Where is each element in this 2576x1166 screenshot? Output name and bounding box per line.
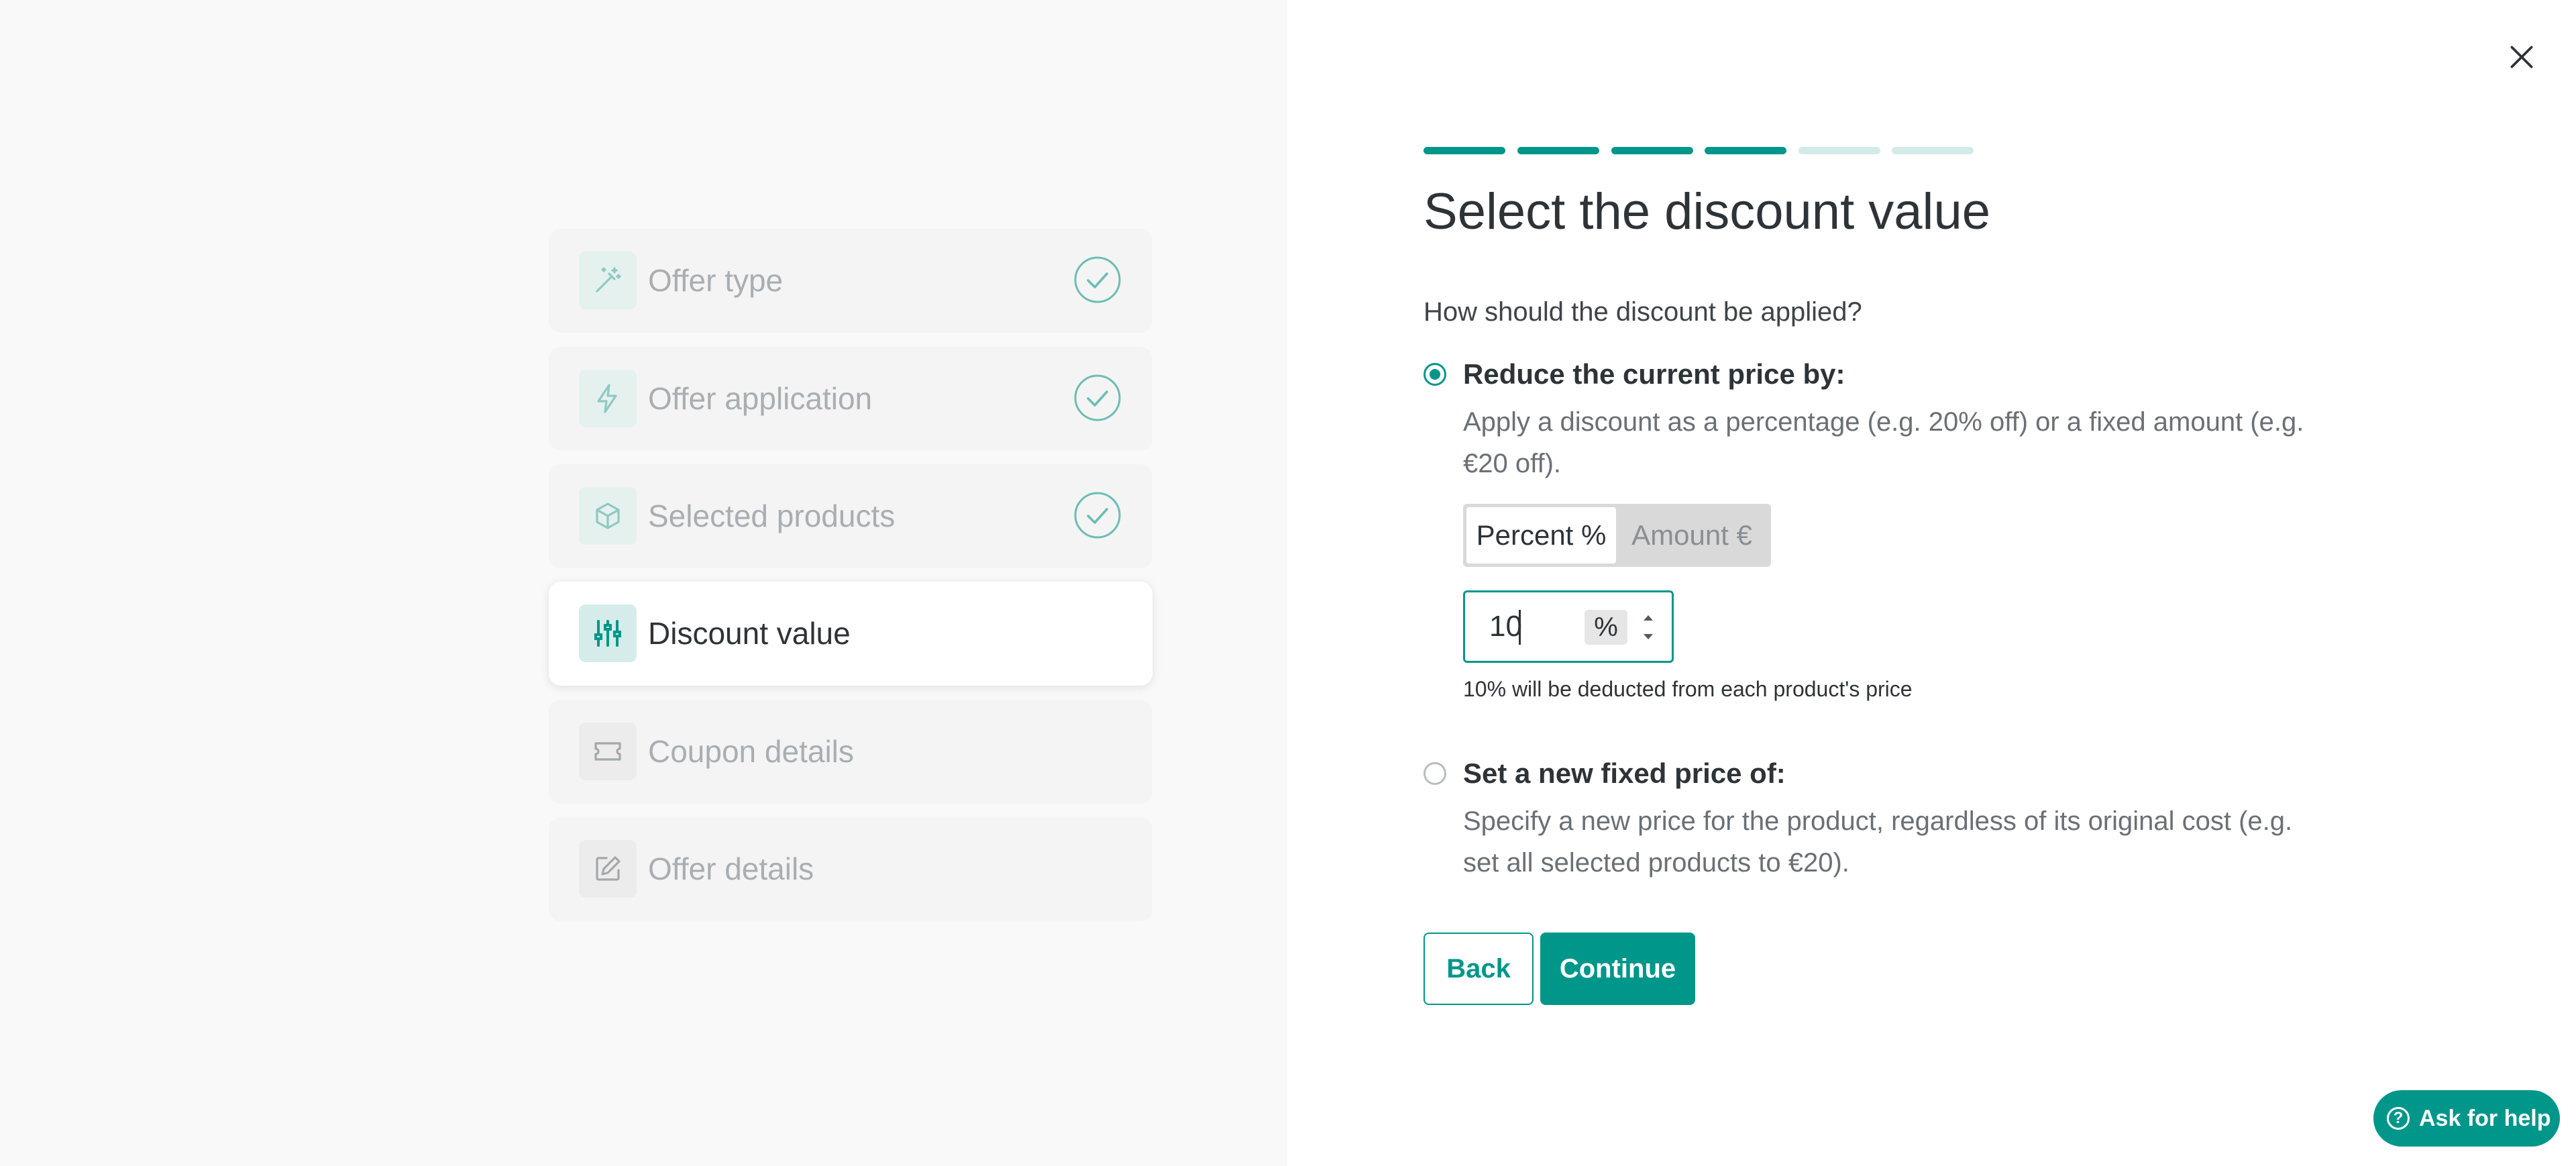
progress-segment — [1799, 147, 1880, 154]
question-label: How should the discount be applied? — [1424, 297, 1862, 327]
progress-segment — [1424, 147, 1505, 154]
close-icon[interactable] — [2505, 40, 2538, 74]
step-selected-products[interactable]: Selected products — [549, 464, 1152, 568]
step-coupon-details[interactable]: Coupon details — [549, 700, 1152, 804]
progress-segment — [1705, 147, 1786, 154]
stepper-down-icon[interactable] — [1644, 634, 1653, 639]
toggle-percent[interactable]: Percent % — [1466, 507, 1616, 564]
ticket-icon — [579, 723, 637, 780]
discount-value-input[interactable]: 10 % — [1463, 590, 1674, 663]
number-stepper[interactable] — [1638, 608, 1658, 646]
page-title: Select the discount value — [1424, 183, 1990, 240]
step-discount-value[interactable]: Discount value — [549, 582, 1152, 686]
option-reduce-description: Apply a discount as a percentage (e.g. 2… — [1463, 407, 2304, 478]
help-label: Ask for help — [2419, 1105, 2551, 1131]
box-icon — [579, 487, 637, 545]
step-offer-application[interactable]: Offer application — [549, 347, 1152, 451]
check-circle-icon — [1074, 256, 1121, 303]
ask-for-help-button[interactable]: ? Ask for help — [2373, 1090, 2560, 1147]
step-label: Offer details — [648, 851, 814, 886]
discount-value-text[interactable]: 10 — [1489, 592, 1522, 661]
stepper-up-icon[interactable] — [1644, 615, 1653, 621]
radio-fixed-price[interactable] — [1424, 762, 1446, 785]
magic-wand-icon — [579, 252, 637, 309]
step-offer-type[interactable]: Offer type — [549, 229, 1152, 333]
progress-segment — [1611, 147, 1693, 154]
step-label: Offer type — [648, 263, 784, 298]
continue-button[interactable]: Continue — [1540, 933, 1695, 1005]
option-reduce-title[interactable]: Reduce the current price by: — [1463, 358, 1845, 390]
step-label: Coupon details — [648, 734, 854, 769]
check-circle-icon — [1074, 492, 1121, 539]
back-button[interactable]: Back — [1424, 933, 1534, 1005]
option-fixed-description: Specify a new price for the product, reg… — [1463, 806, 2293, 878]
discount-hint: 10% will be deducted from each product's… — [1463, 677, 1913, 701]
toggle-amount[interactable]: Amount € — [1616, 507, 1768, 564]
lightning-icon — [579, 370, 637, 427]
discount-type-toggle: Percent % Amount € — [1463, 504, 1771, 567]
option-fixed-title[interactable]: Set a new fixed price of: — [1463, 757, 1786, 790]
check-circle-icon — [1074, 374, 1121, 421]
step-label: Offer application — [648, 381, 873, 416]
step-label: Discount value — [648, 616, 851, 651]
step-label: Selected products — [648, 498, 896, 533]
sliders-icon — [579, 604, 637, 662]
question-circle-icon: ? — [2387, 1107, 2410, 1130]
progress-segment — [1517, 147, 1599, 154]
progress-segment — [1892, 147, 1974, 154]
unit-badge: % — [1585, 610, 1627, 645]
text-caret — [1519, 610, 1521, 645]
radio-reduce-price[interactable] — [1424, 363, 1446, 386]
step-offer-details[interactable]: Offer details — [549, 817, 1152, 921]
steps-sidebar: Offer type Offer application Selected pr… — [0, 0, 1287, 1166]
edit-icon — [579, 840, 637, 898]
